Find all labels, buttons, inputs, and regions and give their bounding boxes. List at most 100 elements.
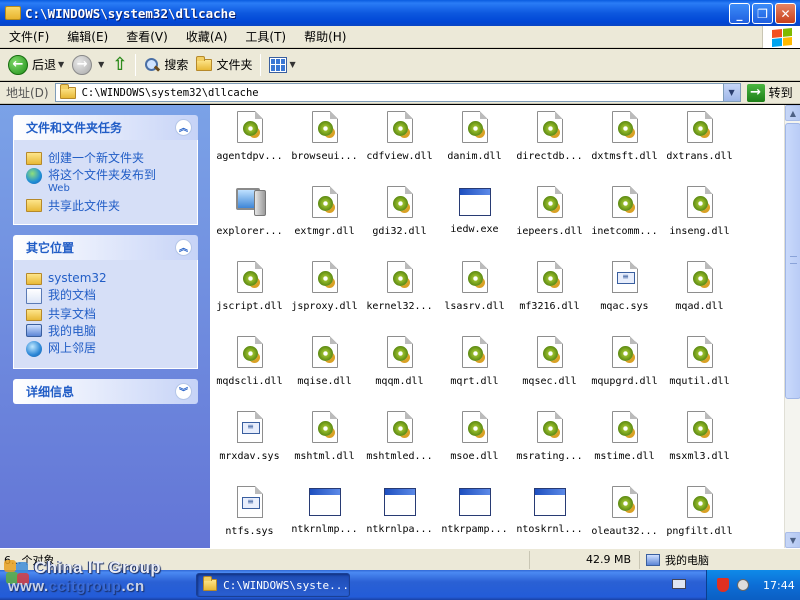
file-item[interactable]: lsasrv.dll	[437, 261, 512, 312]
file-item[interactable]: danim.dll	[437, 111, 512, 162]
file-item[interactable]: inseng.dll	[662, 186, 737, 237]
file-item[interactable]: mqutil.dll	[662, 336, 737, 387]
menu-file[interactable]: 文件(F)	[0, 27, 58, 47]
folders-button[interactable]: 文件夹	[192, 52, 256, 78]
file-item[interactable]: cdfview.dll	[362, 111, 437, 162]
task-publish-web[interactable]: 将这个文件夹发布到 Web	[26, 168, 189, 196]
dll-file-icon	[461, 411, 488, 443]
volume-icon[interactable]	[737, 579, 749, 591]
menu-favorites[interactable]: 收藏(A)	[177, 27, 237, 47]
file-item[interactable]: kernel32...	[362, 261, 437, 312]
file-item[interactable]: mqdscli.dll	[212, 336, 287, 387]
file-item[interactable]: mqad.dll	[662, 261, 737, 312]
back-dropdown-icon[interactable]: ▼	[58, 60, 64, 69]
place-shared-documents[interactable]: 共享文档	[26, 307, 189, 321]
task-new-folder-label: 创建一个新文件夹	[48, 151, 145, 165]
place-my-documents[interactable]: 我的文档	[26, 288, 189, 304]
file-item[interactable]: iedw.exe	[437, 186, 512, 235]
scroll-thumb[interactable]	[785, 123, 800, 399]
task-new-folder[interactable]: 创建一个新文件夹	[26, 151, 189, 165]
details-header[interactable]: 详细信息 ︾	[13, 379, 198, 404]
address-dropdown-icon[interactable]: ▼	[722, 84, 740, 101]
status-location-label: 我的电脑	[665, 553, 709, 567]
close-button[interactable]: ✕	[775, 3, 796, 24]
forward-button[interactable]: → ▼	[68, 52, 108, 78]
file-item[interactable]: ntkrpamp...	[437, 486, 512, 535]
file-item[interactable]: mf3216.dll	[512, 261, 587, 312]
keyboard-icon[interactable]	[672, 579, 686, 589]
collapse-chevron-icon[interactable]: ︽	[175, 119, 192, 136]
security-shield-icon[interactable]	[717, 578, 729, 592]
file-item[interactable]: mqsec.dll	[512, 336, 587, 387]
file-item[interactable]: agentdpv...	[212, 111, 287, 162]
menu-help[interactable]: 帮助(H)	[295, 27, 355, 47]
file-item[interactable]: dxtrans.dll	[662, 111, 737, 162]
file-item[interactable]: directdb...	[512, 111, 587, 162]
address-input[interactable]: C:\WINDOWS\system32\dllcache ▼	[54, 83, 741, 102]
place-my-computer[interactable]: 我的电脑	[26, 324, 189, 338]
file-item[interactable]: ntfs.sys	[212, 486, 287, 537]
vertical-scrollbar[interactable]: ▲ ▼	[784, 105, 800, 548]
file-item[interactable]: browseui...	[287, 111, 362, 162]
menu-view[interactable]: 查看(V)	[117, 27, 177, 47]
file-item[interactable]: ntkrnlmp...	[287, 486, 362, 535]
back-button[interactable]: ← 后退 ▼	[4, 52, 68, 78]
go-button[interactable]: → 转到	[746, 83, 793, 102]
file-item[interactable]: mqise.dll	[287, 336, 362, 387]
file-item[interactable]: msrating...	[512, 411, 587, 462]
file-item[interactable]: dxtmsft.dll	[587, 111, 662, 162]
file-item[interactable]: mqac.sys	[587, 261, 662, 312]
file-item[interactable]: msxml3.dll	[662, 411, 737, 462]
address-value[interactable]: C:\WINDOWS\system32\dllcache	[82, 87, 259, 99]
minimize-button[interactable]: _	[729, 3, 750, 24]
menu-tools[interactable]: 工具(T)	[236, 27, 295, 47]
file-item[interactable]: gdi32.dll	[362, 186, 437, 237]
place-my-documents-label: 我的文档	[48, 288, 97, 302]
file-item[interactable]: mqqm.dll	[362, 336, 437, 387]
place-network[interactable]: 网上邻居	[26, 341, 189, 357]
forward-dropdown-icon[interactable]: ▼	[98, 60, 104, 69]
address-bar: 地址(D) C:\WINDOWS\system32\dllcache ▼ → 转…	[0, 82, 800, 104]
file-item[interactable]: explorer...	[212, 186, 287, 237]
scroll-down-button[interactable]: ▼	[785, 532, 800, 548]
scroll-up-button[interactable]: ▲	[785, 105, 800, 121]
file-item[interactable]: jsproxy.dll	[287, 261, 362, 312]
views-button[interactable]: ▼	[265, 52, 299, 78]
file-name: iepeers.dll	[516, 226, 583, 237]
file-tasks-header[interactable]: 文件和文件夹任务 ︽	[13, 115, 198, 140]
file-item[interactable]: ntkrnlpa...	[362, 486, 437, 535]
file-item[interactable]: mrxdav.sys	[212, 411, 287, 462]
file-name: dxtrans.dll	[666, 151, 733, 162]
file-item[interactable]: extmgr.dll	[287, 186, 362, 237]
file-item[interactable]: mqupgrd.dll	[587, 336, 662, 387]
file-item[interactable]: inetcomm...	[587, 186, 662, 237]
file-item[interactable]: mshtml.dll	[287, 411, 362, 462]
search-button[interactable]: 搜索	[140, 52, 192, 78]
file-name: oleaut32...	[591, 526, 658, 537]
file-item[interactable]: jscript.dll	[212, 261, 287, 312]
file-name: explorer...	[216, 226, 283, 237]
task-share-folder[interactable]: 共享此文件夹	[26, 199, 189, 213]
collapse-chevron-icon[interactable]: ︽	[175, 239, 192, 256]
file-item[interactable]: pngfilt.dll	[662, 486, 737, 537]
file-item[interactable]: mqrt.dll	[437, 336, 512, 387]
watermark-url-prefix: www.	[8, 578, 49, 595]
maximize-button[interactable]: ❐	[752, 3, 773, 24]
up-button[interactable]: ⇧	[108, 52, 131, 78]
expand-chevron-icon[interactable]: ︾	[175, 383, 192, 400]
dll-file-icon	[536, 411, 563, 443]
place-system32[interactable]: system32	[26, 271, 189, 285]
other-places-header[interactable]: 其它位置 ︽	[13, 235, 198, 260]
file-name: mqsec.dll	[522, 376, 577, 387]
file-item[interactable]: iepeers.dll	[512, 186, 587, 237]
dll-file-icon	[686, 336, 713, 368]
file-item[interactable]: msoe.dll	[437, 411, 512, 462]
file-item[interactable]: oleaut32...	[587, 486, 662, 537]
file-item[interactable]: mshtmled...	[362, 411, 437, 462]
clock[interactable]: 17:44	[763, 579, 795, 592]
menu-edit[interactable]: 编辑(E)	[58, 27, 117, 47]
file-item[interactable]: mstime.dll	[587, 411, 662, 462]
file-item[interactable]: ntoskrnl...	[512, 486, 587, 535]
views-dropdown-icon[interactable]: ▼	[289, 60, 295, 69]
taskbar-window-button[interactable]: C:\WINDOWS\syste...	[196, 573, 350, 597]
